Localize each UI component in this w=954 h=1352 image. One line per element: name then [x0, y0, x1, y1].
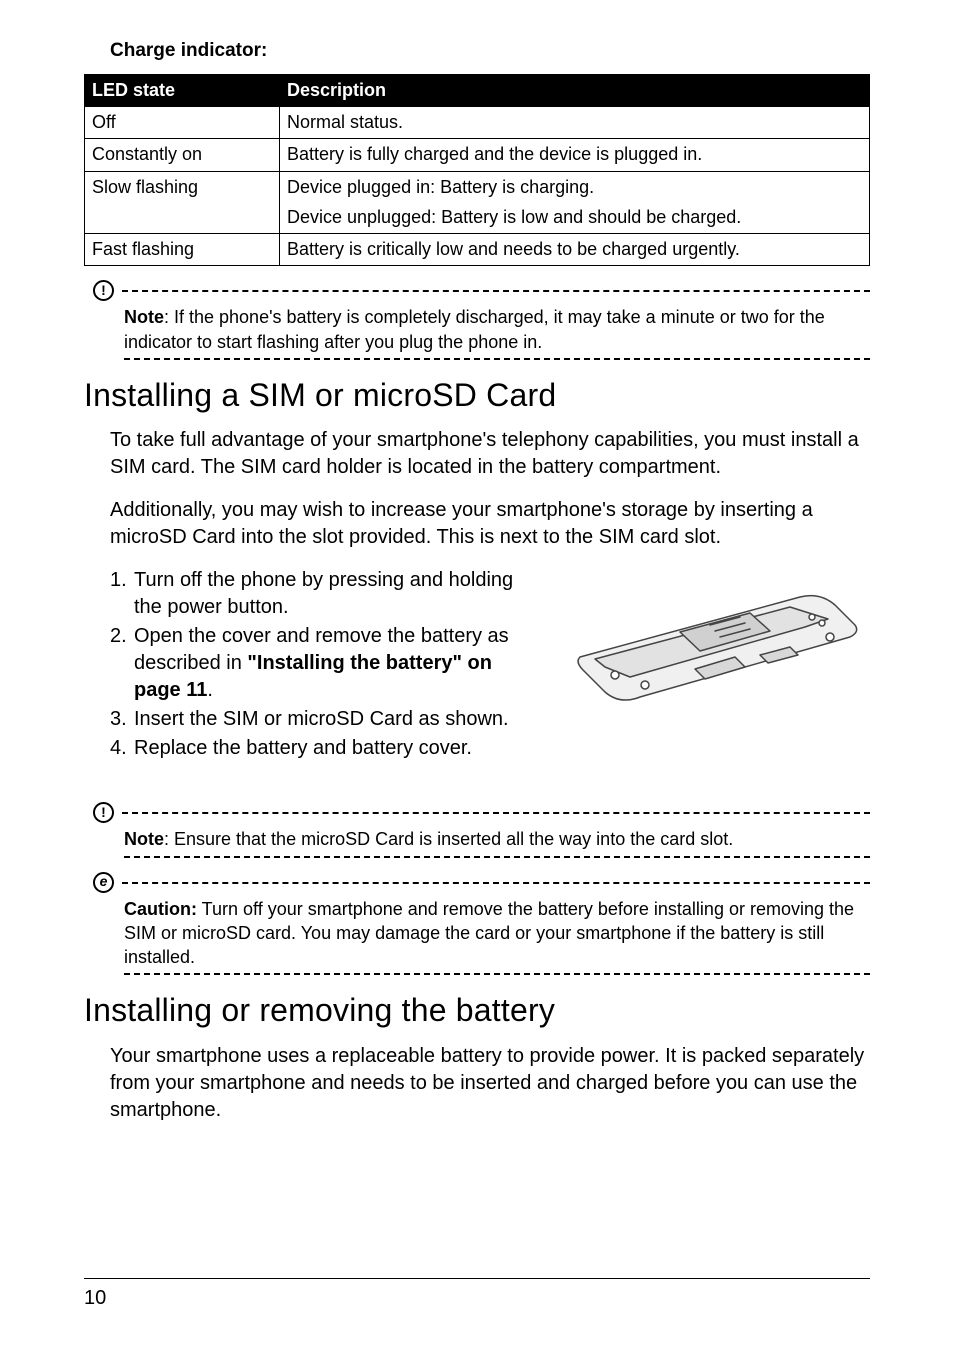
section-title-installing-battery: Installing or removing the battery	[84, 989, 870, 1032]
table-row: Fast flashing Battery is critically low …	[85, 234, 870, 266]
note-text: : Ensure that the microSD Card is insert…	[164, 829, 733, 849]
caution-icon: e	[93, 872, 114, 893]
body-paragraph: Your smartphone uses a replaceable batte…	[110, 1043, 870, 1124]
dashed-line	[122, 812, 870, 814]
step-item: Replace the battery and battery cover.	[110, 735, 540, 762]
caution-text: Turn off your smartphone and remove the …	[124, 899, 854, 968]
steps-list: Turn off the phone by pressing and holdi…	[110, 567, 540, 764]
callout-top-row: !	[93, 280, 870, 301]
body-paragraph: To take full advantage of your smartphon…	[110, 427, 870, 481]
callout-top-row: !	[93, 802, 870, 823]
note-body: Note: Ensure that the microSD Card is in…	[124, 827, 870, 851]
cell-desc: Normal status.	[280, 106, 870, 138]
caution-lead: Caution:	[124, 899, 197, 919]
dashed-line	[122, 290, 870, 292]
dashed-line	[122, 882, 870, 884]
cell-desc-line: Battery is critically low and needs to b…	[287, 237, 862, 261]
step-item: Open the cover and remove the battery as…	[110, 623, 540, 704]
table-row: Constantly on Battery is fully charged a…	[85, 139, 870, 171]
section-title-installing-sim: Installing a SIM or microSD Card	[84, 374, 870, 417]
steps-with-diagram: Turn off the phone by pressing and holdi…	[84, 567, 870, 780]
note-icon: !	[93, 280, 114, 301]
body-paragraph: Additionally, you may wish to increase y…	[110, 497, 870, 551]
cell-desc: Battery is critically low and needs to b…	[280, 234, 870, 266]
dashed-line	[124, 856, 870, 858]
charge-indicator-heading: Charge indicator:	[110, 38, 870, 64]
cell-state: Constantly on	[85, 139, 280, 171]
phone-back-illustration-icon	[560, 577, 860, 707]
cell-desc: Device plugged in: Battery is charging. …	[280, 171, 870, 234]
dashed-line	[124, 973, 870, 975]
page-number: 10	[84, 1278, 870, 1312]
note-text: : If the phone's battery is completely d…	[124, 307, 825, 351]
note-body: Note: If the phone's battery is complete…	[124, 305, 870, 354]
th-led-state: LED state	[85, 74, 280, 106]
note-callout: ! Note: If the phone's battery is comple…	[93, 280, 870, 360]
step-text: .	[207, 679, 213, 701]
cell-desc-line: Normal status.	[287, 110, 862, 134]
cell-state: Off	[85, 106, 280, 138]
note-lead: Note	[124, 307, 164, 327]
sim-insert-diagram	[550, 577, 870, 707]
table-row: Off Normal status.	[85, 106, 870, 138]
table-row: Slow flashing Device plugged in: Battery…	[85, 171, 870, 234]
note-icon: !	[93, 802, 114, 823]
dashed-line	[124, 358, 870, 360]
cell-state: Fast flashing	[85, 234, 280, 266]
cell-desc-line: Device unplugged: Battery is low and sho…	[287, 205, 862, 229]
note-lead: Note	[124, 829, 164, 849]
led-state-table: LED state Description Off Normal status.…	[84, 74, 870, 267]
step-item: Turn off the phone by pressing and holdi…	[110, 567, 540, 621]
page: Charge indicator: LED state Description …	[0, 0, 954, 1352]
cell-desc-line: Battery is fully charged and the device …	[287, 142, 862, 166]
th-description: Description	[280, 74, 870, 106]
callout-top-row: e	[93, 872, 870, 893]
note-callout: ! Note: Ensure that the microSD Card is …	[93, 802, 870, 857]
cell-desc: Battery is fully charged and the device …	[280, 139, 870, 171]
caution-callout: e Caution: Turn off your smartphone and …	[93, 872, 870, 976]
cell-state: Slow flashing	[85, 171, 280, 234]
cell-desc-line: Device plugged in: Battery is charging.	[287, 175, 862, 199]
caution-body: Caution: Turn off your smartphone and re…	[124, 897, 870, 970]
step-item: Insert the SIM or microSD Card as shown.	[110, 706, 540, 733]
